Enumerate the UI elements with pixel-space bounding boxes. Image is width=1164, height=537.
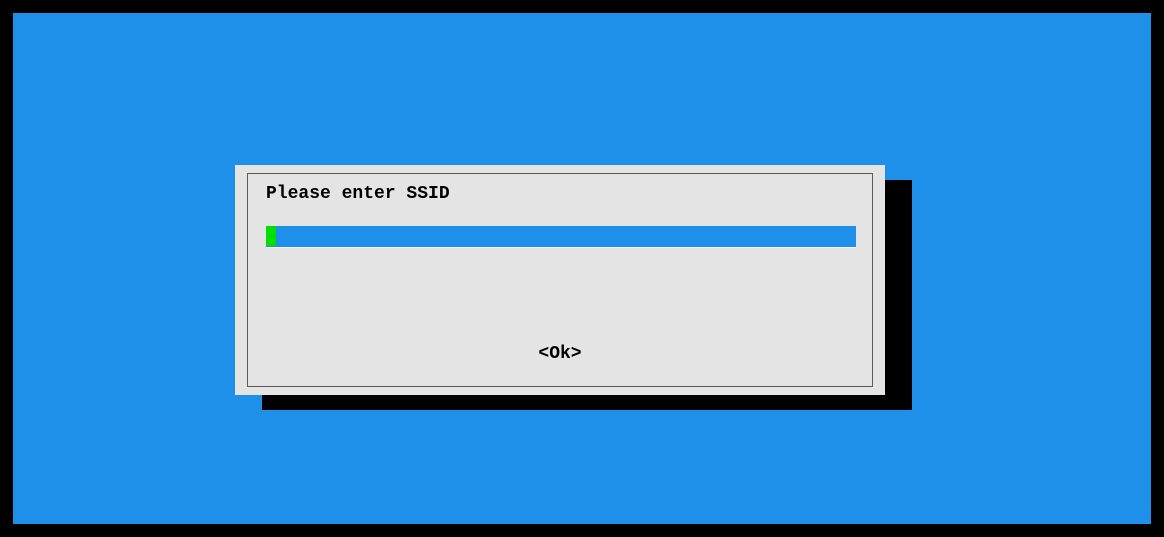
ok-button[interactable]: <Ok> xyxy=(248,344,872,364)
ssid-dialog: Please enter SSID <Ok> xyxy=(235,165,885,395)
ssid-input[interactable] xyxy=(266,226,856,248)
input-cursor xyxy=(266,226,276,246)
terminal-screen: Please enter SSID <Ok> xyxy=(13,13,1151,524)
dialog-prompt: Please enter SSID xyxy=(266,184,450,204)
dialog-border: Please enter SSID <Ok> xyxy=(247,173,873,387)
